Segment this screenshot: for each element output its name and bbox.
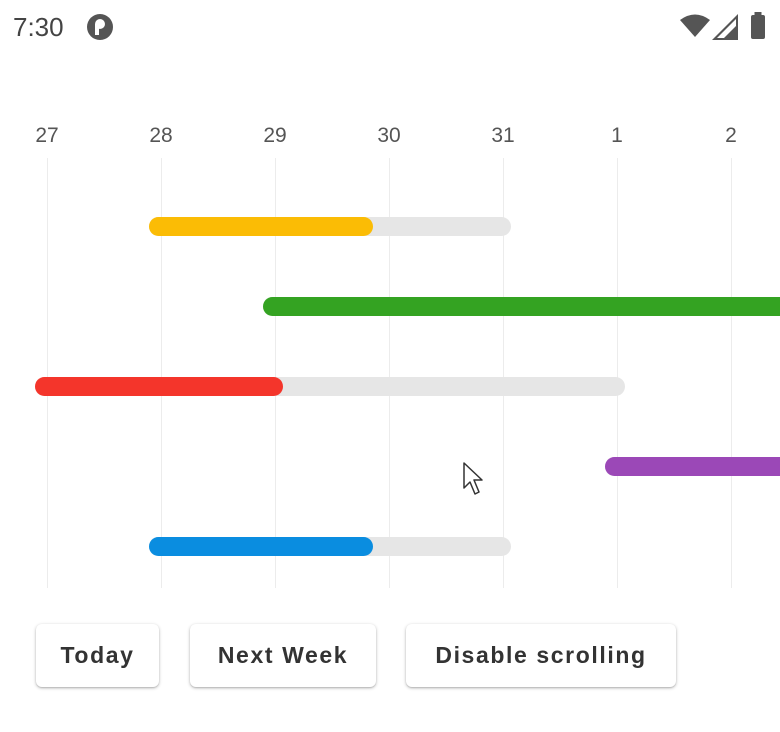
app-notification-icon [87,14,113,40]
task-green-bar[interactable] [263,297,780,316]
task-yellow-bar[interactable] [149,217,511,236]
day-label: 30 [377,124,401,147]
day-label: 2 [725,124,737,147]
task-green-progress [263,297,780,316]
day-label: 28 [149,124,173,147]
grid-line [47,158,48,588]
task-blue-bar[interactable] [149,537,511,556]
day-label: 1 [611,124,623,147]
day-label: 27 [35,124,59,147]
task-yellow-progress [149,217,373,236]
day-label: 31 [491,124,515,147]
task-red-progress [35,377,283,396]
task-blue-progress [149,537,373,556]
gantt-timeline[interactable]: 27 28 29 30 31 1 2 [0,110,780,590]
grid-line [731,158,732,588]
grid-line [617,158,618,588]
status-bar: 7:30 [0,0,780,56]
task-red-bar[interactable] [35,377,625,396]
next-week-button[interactable]: Next Week [190,624,376,687]
disable-scrolling-button[interactable]: Disable scrolling [406,624,676,687]
status-time: 7:30 [13,12,64,42]
task-purple-bar[interactable] [605,457,780,476]
today-button[interactable]: Today [36,624,159,687]
signal-icon [712,14,738,40]
task-purple-progress [605,457,780,476]
battery-icon [751,12,765,39]
mouse-cursor-icon [463,462,483,495]
wifi-icon [680,14,710,37]
day-label: 29 [263,124,287,147]
